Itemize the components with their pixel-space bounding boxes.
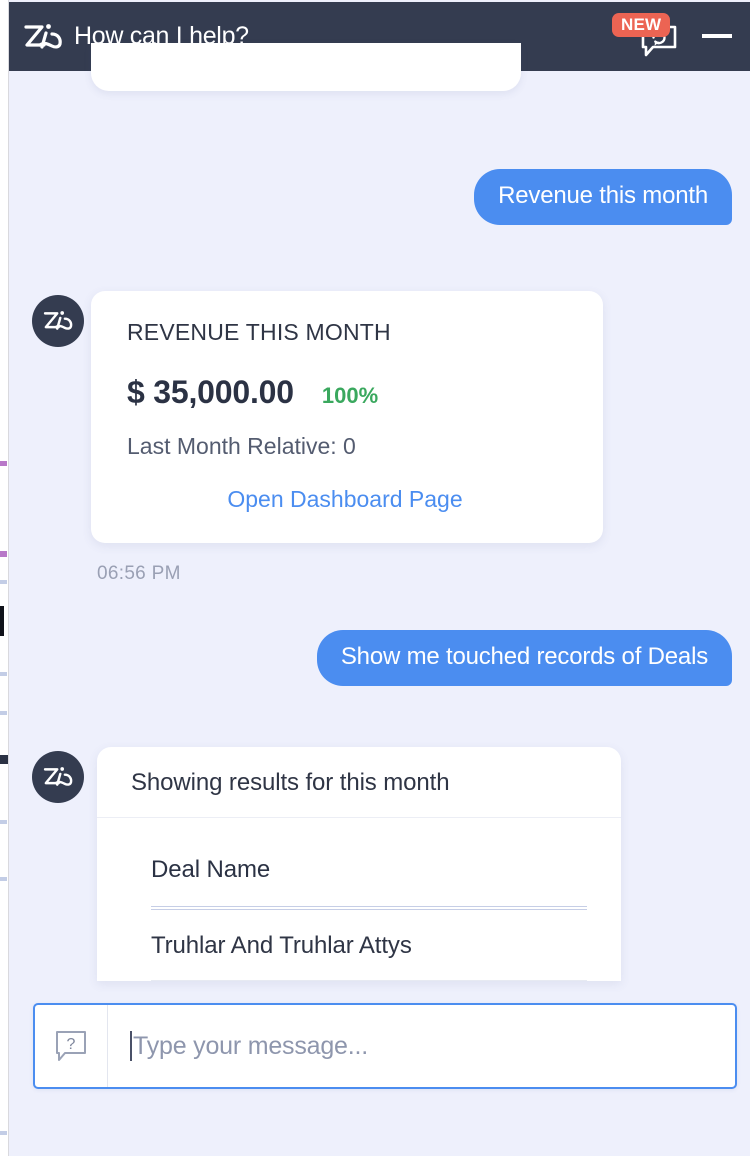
minimize-icon[interactable]: [702, 33, 732, 38]
help-bubble-icon[interactable]: ?: [35, 1005, 108, 1087]
user-message-bubble: Show me touched records of Deals: [316, 630, 732, 686]
page-edge-artifact: [0, 580, 7, 584]
status-badge: NEW: [612, 12, 671, 37]
results-header-text: Showing results for this month: [131, 769, 450, 796]
text-caret: [130, 1031, 132, 1061]
revenue-figure-row: $ 35,000.00 100%: [127, 374, 603, 411]
svg-text:?: ?: [67, 1036, 76, 1053]
message-row-user: Show me touched records of Deals: [9, 630, 750, 686]
zia-chat-window: How can I help? NEW Revenue this month R…: [9, 0, 750, 1156]
table-column-header: Deal Name: [151, 856, 271, 883]
message-list: Revenue this month REVENUE THIS MONTH $ …: [9, 43, 750, 1156]
page-edge-artifact: [0, 461, 7, 466]
page-edge-artifact: [0, 711, 7, 715]
message-row-user: Revenue this month: [9, 169, 750, 225]
previous-message-card: [91, 43, 521, 91]
revenue-amount: $ 35,000.00: [127, 374, 294, 410]
page-edge-artifact: [0, 877, 7, 881]
results-card-header: Showing results for this month: [97, 747, 621, 818]
message-composer[interactable]: ? Type your message...: [33, 1003, 737, 1089]
deals-table: Deal Name Truhlar And Truhlar Attys: [97, 818, 621, 981]
revenue-summary-card: REVENUE THIS MONTH $ 35,000.00 100% Last…: [91, 291, 603, 543]
page-edge-artifact: [0, 606, 4, 636]
page-edge-artifact: [0, 755, 8, 764]
open-dashboard-link[interactable]: Open Dashboard Page: [127, 486, 603, 513]
page-edge-artifact: [0, 551, 7, 557]
page-edge-artifact: [0, 820, 7, 824]
zia-avatar-icon: [32, 751, 84, 803]
user-message-bubble: Revenue this month: [474, 169, 732, 225]
page-edge-artifact: [0, 672, 7, 676]
revenue-comparison-text: Last Month Relative: 0: [127, 433, 356, 459]
zia-avatar-icon: [32, 295, 84, 347]
revenue-card-title: REVENUE THIS MONTH: [127, 319, 391, 345]
page-edge-artifact: [0, 1131, 7, 1135]
zia-logo-icon: [21, 19, 65, 55]
message-input[interactable]: Type your message...: [108, 1005, 735, 1087]
new-chat-button[interactable]: NEW: [612, 12, 680, 61]
deals-results-card: Showing results for this month Deal Name…: [97, 747, 621, 981]
revenue-delta-percent: 100%: [321, 383, 379, 408]
message-input-placeholder: Type your message...: [133, 1031, 369, 1060]
table-row[interactable]: Truhlar And Truhlar Attys: [151, 910, 587, 981]
message-timestamp: 06:56 PM: [97, 563, 181, 584]
